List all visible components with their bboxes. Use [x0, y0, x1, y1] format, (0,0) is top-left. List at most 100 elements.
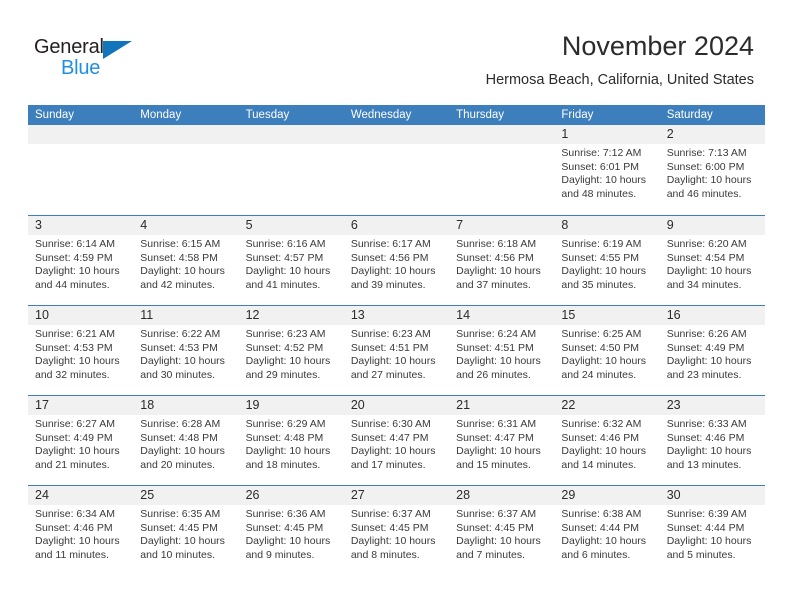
daylight-text-line1: Daylight: 10 hours [245, 445, 331, 458]
daylight-text-line1: Daylight: 10 hours [456, 535, 541, 548]
calendar-day-cell[interactable]: 1 Sunrise: 7:12 AM Sunset: 6:01 PM Daylight… [554, 125, 660, 215]
day-number: 16 [659, 306, 765, 325]
sunset-text: Sunset: 4:46 PM [561, 431, 640, 444]
daylight-text-line2: and 48 minutes. [561, 187, 637, 200]
daylight-text-line1: Daylight: 10 hours [140, 445, 225, 458]
day-number: 2 [659, 125, 765, 144]
daylight-text-line1: Daylight: 10 hours [666, 265, 752, 278]
daylight-text-line2: and 35 minutes. [561, 278, 637, 291]
logo-text-blue: Blue [61, 57, 101, 79]
calendar-day-cell[interactable]: 13 Sunrise: 6:23 AM Sunset: 4:51 PM Dayligh… [343, 306, 450, 395]
day-sun-info: Sunrise: 6:27 AM Sunset: 4:49 PM Daylight:… [28, 415, 133, 472]
calendar-day-cell[interactable]: 17 Sunrise: 6:27 AM Sunset: 4:49 PM Dayligh… [28, 396, 134, 485]
daylight-text-line1: Daylight: 10 hours [350, 535, 436, 548]
day-number: 30 [659, 486, 765, 505]
day-sun-info: Sunrise: 6:34 AM Sunset: 4:46 PM Daylight:… [28, 505, 133, 562]
general-blue-logo[interactable]: General Blue [34, 36, 154, 82]
calendar-cell-empty [449, 125, 555, 215]
day-sun-info: Sunrise: 6:21 AM Sunset: 4:53 PM Daylight:… [28, 325, 133, 382]
calendar-day-cell[interactable]: 10 Sunrise: 6:21 AM Sunset: 4:53 PM Dayligh… [28, 306, 134, 395]
calendar-week-row: 10 Sunrise: 6:21 AM Sunset: 4:53 PM Dayligh… [28, 305, 765, 395]
daylight-text-line1: Daylight: 10 hours [245, 265, 331, 278]
sunrise-text: Sunrise: 6:15 AM [140, 238, 221, 250]
calendar-day-cell[interactable]: 19 Sunrise: 6:29 AM Sunset: 4:48 PM Dayligh… [238, 396, 344, 485]
day-sun-info: Sunrise: 7:13 AM Sunset: 6:00 PM Daylight:… [660, 144, 765, 201]
sunrise-text: Sunrise: 6:29 AM [245, 418, 326, 430]
calendar-day-cell[interactable]: 27 Sunrise: 6:37 AM Sunset: 4:45 PM Dayligh… [343, 486, 450, 575]
sunrise-text: Sunrise: 6:21 AM [35, 328, 115, 340]
calendar-day-cell[interactable]: 22 Sunrise: 6:32 AM Sunset: 4:46 PM Dayligh… [554, 396, 660, 485]
calendar-day-cell[interactable]: 11 Sunrise: 6:22 AM Sunset: 4:53 PM Dayligh… [133, 306, 239, 395]
weekday-header-tuesday: Tuesday [245, 109, 290, 121]
blue-triangle-icon [103, 41, 132, 59]
calendar-day-cell[interactable]: 9 Sunrise: 6:20 AM Sunset: 4:54 PM Daylight… [659, 216, 765, 305]
sunset-text: Sunset: 4:52 PM [245, 341, 324, 354]
daylight-text-line1: Daylight: 10 hours [666, 355, 752, 368]
sunset-text: Sunset: 4:46 PM [35, 521, 113, 534]
day-sun-info: Sunrise: 6:35 AM Sunset: 4:45 PM Daylight:… [133, 505, 238, 562]
day-number [343, 125, 450, 144]
day-sun-info: Sunrise: 6:19 AM Sunset: 4:55 PM Daylight:… [554, 235, 659, 292]
day-number: 12 [238, 306, 344, 325]
calendar-day-cell[interactable]: 23 Sunrise: 6:33 AM Sunset: 4:46 PM Dayligh… [659, 396, 765, 485]
daylight-text-line2: and 37 minutes. [456, 278, 531, 291]
daylight-text-line2: and 17 minutes. [350, 458, 426, 471]
calendar-day-cell[interactable]: 15 Sunrise: 6:25 AM Sunset: 4:50 PM Dayligh… [554, 306, 660, 395]
calendar-day-cell[interactable]: 8 Sunrise: 6:19 AM Sunset: 4:55 PM Daylight… [554, 216, 660, 305]
calendar-day-cell[interactable]: 3 Sunrise: 6:14 AM Sunset: 4:59 PM Daylight… [28, 216, 134, 305]
calendar-day-cell[interactable]: 4 Sunrise: 6:15 AM Sunset: 4:58 PM Daylight… [133, 216, 239, 305]
day-number: 13 [343, 306, 450, 325]
calendar-day-cell[interactable]: 21 Sunrise: 6:31 AM Sunset: 4:47 PM Dayligh… [449, 396, 555, 485]
calendar-day-cell[interactable]: 16 Sunrise: 6:26 AM Sunset: 4:49 PM Dayligh… [659, 306, 765, 395]
day-number: 14 [449, 306, 555, 325]
calendar-week-row: 17 Sunrise: 6:27 AM Sunset: 4:49 PM Dayligh… [28, 395, 765, 485]
calendar-day-cell[interactable]: 25 Sunrise: 6:35 AM Sunset: 4:45 PM Dayligh… [133, 486, 239, 575]
daylight-text-line2: and 10 minutes. [140, 548, 215, 561]
daylight-text-line1: Daylight: 10 hours [666, 445, 752, 458]
day-number: 21 [449, 396, 555, 415]
daylight-text-line1: Daylight: 10 hours [666, 174, 752, 187]
daylight-text-line1: Daylight: 10 hours [35, 445, 120, 458]
calendar-day-cell[interactable]: 26 Sunrise: 6:36 AM Sunset: 4:45 PM Dayligh… [238, 486, 344, 575]
daylight-text-line2: and 13 minutes. [666, 458, 742, 471]
sunset-text: Sunset: 4:45 PM [245, 521, 324, 534]
sunset-text: Sunset: 4:44 PM [666, 521, 745, 534]
sunset-text: Sunset: 4:51 PM [456, 341, 534, 354]
sunset-text: Sunset: 4:53 PM [140, 341, 218, 354]
day-sun-info: Sunrise: 6:33 AM Sunset: 4:46 PM Daylight:… [660, 415, 765, 472]
daylight-text-line1: Daylight: 10 hours [561, 445, 647, 458]
calendar-grid: Sunday Monday Tuesday Wednesday Thursday Frid… [28, 105, 765, 575]
day-sun-info: Sunrise: 6:36 AM Sunset: 4:45 PM Daylight:… [239, 505, 344, 562]
calendar-day-cell[interactable]: 30 Sunrise: 6:39 AM Sunset: 4:44 PM Dayligh… [659, 486, 765, 575]
calendar-day-cell[interactable]: 14 Sunrise: 6:24 AM Sunset: 4:51 PM Dayligh… [449, 306, 555, 395]
calendar-day-cell[interactable]: 7 Sunrise: 6:18 AM Sunset: 4:56 PM Daylight… [449, 216, 555, 305]
calendar-day-cell[interactable]: 28 Sunrise: 6:37 AM Sunset: 4:45 PM Dayligh… [449, 486, 555, 575]
day-number: 29 [554, 486, 660, 505]
sunrise-text: Sunrise: 6:19 AM [561, 238, 642, 250]
day-sun-info: Sunrise: 6:23 AM Sunset: 4:52 PM Daylight:… [239, 325, 344, 382]
sunrise-text: Sunrise: 6:24 AM [456, 328, 537, 340]
weekday-header-monday: Monday [140, 109, 182, 121]
calendar-day-cell[interactable]: 6 Sunrise: 6:17 AM Sunset: 4:56 PM Daylight… [343, 216, 450, 305]
sunset-text: Sunset: 4:48 PM [140, 431, 218, 444]
calendar-day-cell[interactable]: 2 Sunrise: 7:13 AM Sunset: 6:00 PM Daylight… [659, 125, 765, 215]
day-sun-info: Sunrise: 6:38 AM Sunset: 4:44 PM Daylight:… [554, 505, 659, 562]
day-number [133, 125, 239, 144]
daylight-text-line2: and 23 minutes. [666, 368, 742, 381]
calendar-day-cell[interactable]: 24 Sunrise: 6:34 AM Sunset: 4:46 PM Dayligh… [28, 486, 134, 575]
day-sun-info: Sunrise: 6:28 AM Sunset: 4:48 PM Daylight:… [133, 415, 238, 472]
sunrise-text: Sunrise: 7:12 AM [561, 147, 642, 159]
day-sun-info: Sunrise: 6:16 AM Sunset: 4:57 PM Daylight:… [239, 235, 344, 292]
sunset-text: Sunset: 4:48 PM [245, 431, 324, 444]
calendar-day-cell[interactable]: 5 Sunrise: 6:16 AM Sunset: 4:57 PM Daylight… [238, 216, 344, 305]
sunrise-text: Sunrise: 6:33 AM [666, 418, 747, 430]
sunset-text: Sunset: 4:51 PM [350, 341, 429, 354]
calendar-day-cell[interactable]: 20 Sunrise: 6:30 AM Sunset: 4:47 PM Dayligh… [343, 396, 450, 485]
daylight-text-line2: and 26 minutes. [456, 368, 531, 381]
calendar-cell-empty [28, 125, 134, 215]
day-sun-info: Sunrise: 6:23 AM Sunset: 4:51 PM Daylight:… [344, 325, 449, 382]
calendar-day-cell[interactable]: 29 Sunrise: 6:38 AM Sunset: 4:44 PM Dayligh… [554, 486, 660, 575]
calendar-day-cell[interactable]: 18 Sunrise: 6:28 AM Sunset: 4:48 PM Dayligh… [133, 396, 239, 485]
daylight-text-line2: and 7 minutes. [456, 548, 526, 561]
calendar-day-cell[interactable]: 12 Sunrise: 6:23 AM Sunset: 4:52 PM Dayligh… [238, 306, 344, 395]
